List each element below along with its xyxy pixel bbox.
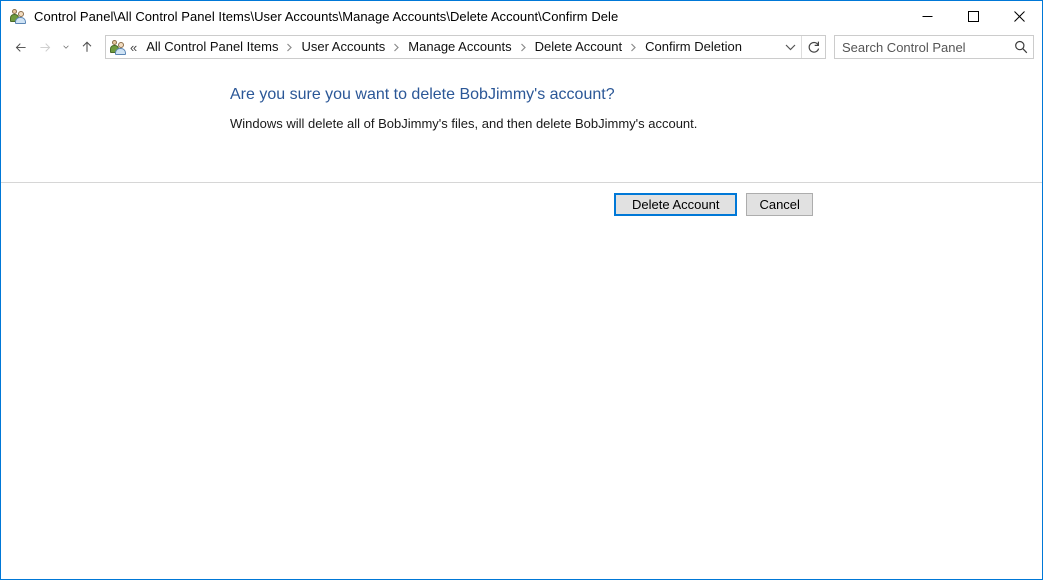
- breadcrumb-item-all-control-panel-items[interactable]: All Control Panel Items: [141, 36, 283, 58]
- refresh-icon: [808, 41, 819, 53]
- breadcrumb-item-user-accounts[interactable]: User Accounts: [296, 36, 390, 58]
- chevron-down-icon: [63, 45, 69, 49]
- search-icon: [1015, 40, 1028, 54]
- breadcrumb-item-manage-accounts[interactable]: Manage Accounts: [403, 36, 516, 58]
- search-box[interactable]: [834, 35, 1034, 59]
- breadcrumb-separator-icon[interactable]: [283, 43, 296, 52]
- chevron-right-icon: [394, 43, 400, 51]
- address-bar[interactable]: « All Control Panel Items User Accounts …: [105, 35, 826, 59]
- maximize-icon: [967, 11, 979, 22]
- address-dropdown-button[interactable]: [779, 36, 801, 58]
- maximize-button[interactable]: [950, 1, 996, 32]
- window-caption-buttons: [904, 1, 1042, 32]
- cancel-button[interactable]: Cancel: [746, 193, 813, 216]
- window-title: Control Panel\All Control Panel Items\Us…: [34, 8, 619, 24]
- back-button[interactable]: [9, 35, 33, 59]
- breadcrumb-overflow-icon[interactable]: «: [130, 40, 141, 55]
- minimize-icon: [922, 16, 932, 17]
- user-accounts-icon: [10, 8, 26, 24]
- close-button[interactable]: [996, 1, 1042, 32]
- breadcrumb-separator-icon[interactable]: [517, 43, 530, 52]
- close-icon: [1013, 11, 1025, 22]
- minimize-button[interactable]: [904, 1, 950, 32]
- action-button-row: Delete Account Cancel: [614, 183, 1042, 216]
- forward-arrow-icon: [40, 42, 51, 52]
- chevron-down-icon: [785, 44, 795, 51]
- breadcrumb-user-accounts-icon: [110, 39, 126, 55]
- search-button[interactable]: [1009, 36, 1033, 58]
- chevron-right-icon: [287, 43, 293, 51]
- recent-locations-button[interactable]: [57, 35, 75, 59]
- up-arrow-icon: [82, 41, 92, 52]
- breadcrumb-item-confirm-deletion[interactable]: Confirm Deletion: [640, 36, 747, 58]
- forward-button[interactable]: [33, 35, 57, 59]
- up-level-button[interactable]: [75, 35, 99, 59]
- delete-account-button[interactable]: Delete Account: [614, 193, 738, 216]
- title-bar: Control Panel\All Control Panel Items\Us…: [1, 0, 1042, 31]
- confirmation-panel: Are you sure you want to delete BobJimmy…: [1, 63, 1042, 182]
- back-arrow-icon: [15, 42, 26, 52]
- search-input[interactable]: [835, 39, 1009, 55]
- confirmation-description: Windows will delete all of BobJimmy's fi…: [230, 116, 698, 131]
- chevron-right-icon: [631, 43, 636, 51]
- chevron-right-icon: [520, 43, 526, 51]
- breadcrumb-separator-icon[interactable]: [390, 43, 403, 52]
- navigation-bar: « All Control Panel Items User Accounts …: [1, 31, 1042, 63]
- content-pane: Are you sure you want to delete BobJimmy…: [1, 63, 1042, 579]
- breadcrumb-separator-icon[interactable]: [627, 43, 640, 52]
- breadcrumb-item-delete-account[interactable]: Delete Account: [530, 36, 627, 58]
- control-panel-window: Control Panel\All Control Panel Items\Us…: [0, 0, 1043, 580]
- page-title: Are you sure you want to delete BobJimmy…: [230, 86, 615, 103]
- refresh-button[interactable]: [801, 36, 825, 58]
